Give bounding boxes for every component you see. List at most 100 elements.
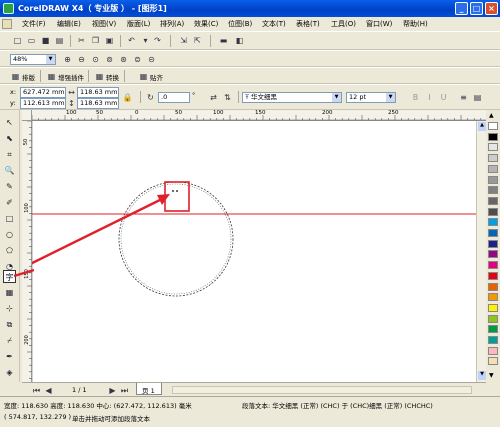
italic-icon[interactable]: I: [424, 92, 435, 103]
menu-view[interactable]: 视图(V): [92, 19, 116, 29]
color-swatch[interactable]: [488, 229, 498, 237]
freehand-tool-icon[interactable]: ✎: [3, 180, 16, 193]
zoom-width-icon[interactable]: ⊜: [132, 54, 143, 65]
table-tool-icon[interactable]: ▦: [3, 286, 16, 299]
crop-tool-icon[interactable]: ⌗: [3, 148, 16, 161]
welcome-screen-icon[interactable]: ◧: [234, 35, 245, 46]
color-swatch[interactable]: [488, 346, 498, 355]
height-field[interactable]: 118.63 mm: [77, 98, 119, 109]
convert-button[interactable]: 转换: [106, 72, 119, 82]
layout-icon[interactable]: ▦: [10, 71, 21, 82]
snap-icon[interactable]: ▦: [138, 71, 149, 82]
text-format-icon[interactable]: ▤: [472, 92, 483, 103]
color-swatch[interactable]: [488, 143, 498, 152]
close-button[interactable]: ×: [485, 2, 498, 15]
color-swatch[interactable]: [488, 271, 498, 280]
zoom-level-select[interactable]: 48% ▼: [10, 54, 56, 65]
horizontal-scrollbar[interactable]: [172, 386, 472, 394]
document-menu-icon[interactable]: [2, 19, 12, 29]
drawing-canvas[interactable]: [32, 121, 487, 382]
shape-tool-icon[interactable]: ⬉: [3, 132, 16, 145]
print-icon[interactable]: ▤: [54, 35, 65, 46]
menu-layout[interactable]: 版面(L): [127, 19, 150, 29]
menu-arrange[interactable]: 排列(A): [160, 19, 184, 29]
first-page-icon[interactable]: ⏮: [32, 385, 41, 396]
menu-help[interactable]: 帮助(H): [403, 19, 428, 29]
outline-tool-icon[interactable]: ✒: [3, 350, 16, 363]
color-swatch[interactable]: [488, 207, 498, 216]
copy-icon[interactable]: ❐: [90, 35, 101, 46]
color-swatch[interactable]: [488, 250, 498, 259]
undo-icon[interactable]: ↶: [126, 35, 137, 46]
font-size-select[interactable]: 12 pt ▼: [346, 92, 396, 103]
width-field[interactable]: 118.63 mm: [77, 87, 119, 98]
undo-dropdown-icon[interactable]: ▾: [140, 35, 151, 46]
dimension-tool-icon[interactable]: ⊹: [3, 302, 16, 315]
color-swatch[interactable]: [488, 282, 498, 291]
cut-icon[interactable]: ✂: [76, 35, 87, 46]
ellipse-tool-icon[interactable]: ○: [3, 228, 16, 241]
polygon-tool-icon[interactable]: ⬠: [3, 244, 16, 257]
color-swatch[interactable]: [488, 164, 498, 173]
import-icon[interactable]: ⇲: [178, 35, 189, 46]
zoom-selected-icon[interactable]: ⊙: [90, 54, 101, 65]
color-swatch[interactable]: [488, 261, 498, 270]
ruler-origin[interactable]: [22, 110, 32, 121]
menu-text[interactable]: 文本(T): [262, 19, 286, 29]
smart-fill-tool-icon[interactable]: ✐: [3, 196, 16, 209]
underline-icon[interactable]: U: [438, 92, 449, 103]
mirror-horizontal-icon[interactable]: ⇄: [208, 92, 219, 103]
color-swatch[interactable]: [488, 186, 498, 195]
color-swatch[interactable]: [488, 132, 498, 141]
vertical-scrollbar[interactable]: ▲ ▼: [476, 121, 486, 382]
save-icon[interactable]: ■: [40, 35, 51, 46]
zoom-all-objects-icon[interactable]: ⊚: [104, 54, 115, 65]
rotation-angle-field[interactable]: .0: [158, 92, 190, 103]
export-icon[interactable]: ⇱: [192, 35, 203, 46]
color-swatch[interactable]: [488, 357, 498, 366]
color-swatch[interactable]: [488, 303, 498, 312]
page-tab[interactable]: 页 1: [136, 383, 162, 395]
interactive-blend-tool-icon[interactable]: ⧉: [3, 318, 16, 331]
x-position-field[interactable]: 627.472 mm: [20, 87, 66, 98]
mirror-vertical-icon[interactable]: ⇅: [222, 92, 233, 103]
lock-ratio-icon[interactable]: 🔒: [122, 92, 133, 103]
snap-button[interactable]: 贴齐: [150, 72, 163, 82]
scroll-down-button[interactable]: ▼: [478, 371, 486, 380]
plugin-icon[interactable]: ▦: [46, 71, 57, 82]
palette-scroll-down-icon[interactable]: ▼: [489, 372, 494, 379]
new-document-icon[interactable]: □: [12, 35, 23, 46]
paste-icon[interactable]: ▣: [104, 35, 115, 46]
menu-table[interactable]: 表格(T): [296, 19, 320, 29]
zoom-page-icon[interactable]: ⊛: [118, 54, 129, 65]
fill-tool-icon[interactable]: ◈: [3, 366, 16, 379]
color-swatch[interactable]: [488, 314, 498, 323]
plugin-button[interactable]: 增强插件: [58, 72, 84, 82]
color-swatch[interactable]: [488, 293, 498, 302]
color-swatch[interactable]: [488, 154, 498, 163]
scroll-up-button[interactable]: ▲: [478, 122, 486, 131]
color-swatch[interactable]: [488, 122, 498, 130]
eyedropper-tool-icon[interactable]: ⌿: [3, 334, 16, 347]
color-swatch[interactable]: [488, 239, 498, 248]
menu-window[interactable]: 窗口(W): [366, 19, 392, 29]
zoom-in-icon[interactable]: ⊕: [62, 54, 73, 65]
redo-icon[interactable]: ↷: [152, 35, 163, 46]
application-launcher-icon[interactable]: ▬: [218, 35, 229, 46]
font-family-select[interactable]: Ŧ 华文细黑 ▼: [242, 92, 342, 103]
open-folder-icon[interactable]: ▭: [26, 35, 37, 46]
last-page-icon[interactable]: ⏭: [120, 385, 129, 396]
y-position-field[interactable]: 112.613 mm: [20, 98, 66, 109]
maximize-button[interactable]: □: [470, 2, 483, 15]
color-swatch[interactable]: [488, 336, 498, 344]
previous-page-icon[interactable]: ◀: [44, 385, 53, 396]
color-swatch[interactable]: [488, 196, 498, 205]
minimize-button[interactable]: _: [455, 2, 468, 15]
color-swatch[interactable]: [488, 325, 498, 334]
color-swatch[interactable]: [488, 218, 498, 227]
layout-button[interactable]: 排版: [22, 72, 35, 82]
menu-bitmaps[interactable]: 位图(B): [228, 19, 252, 29]
menu-file[interactable]: 文件(F): [22, 19, 46, 29]
menu-tools[interactable]: 工具(O): [331, 19, 356, 29]
menu-effects[interactable]: 效果(C): [194, 19, 218, 29]
